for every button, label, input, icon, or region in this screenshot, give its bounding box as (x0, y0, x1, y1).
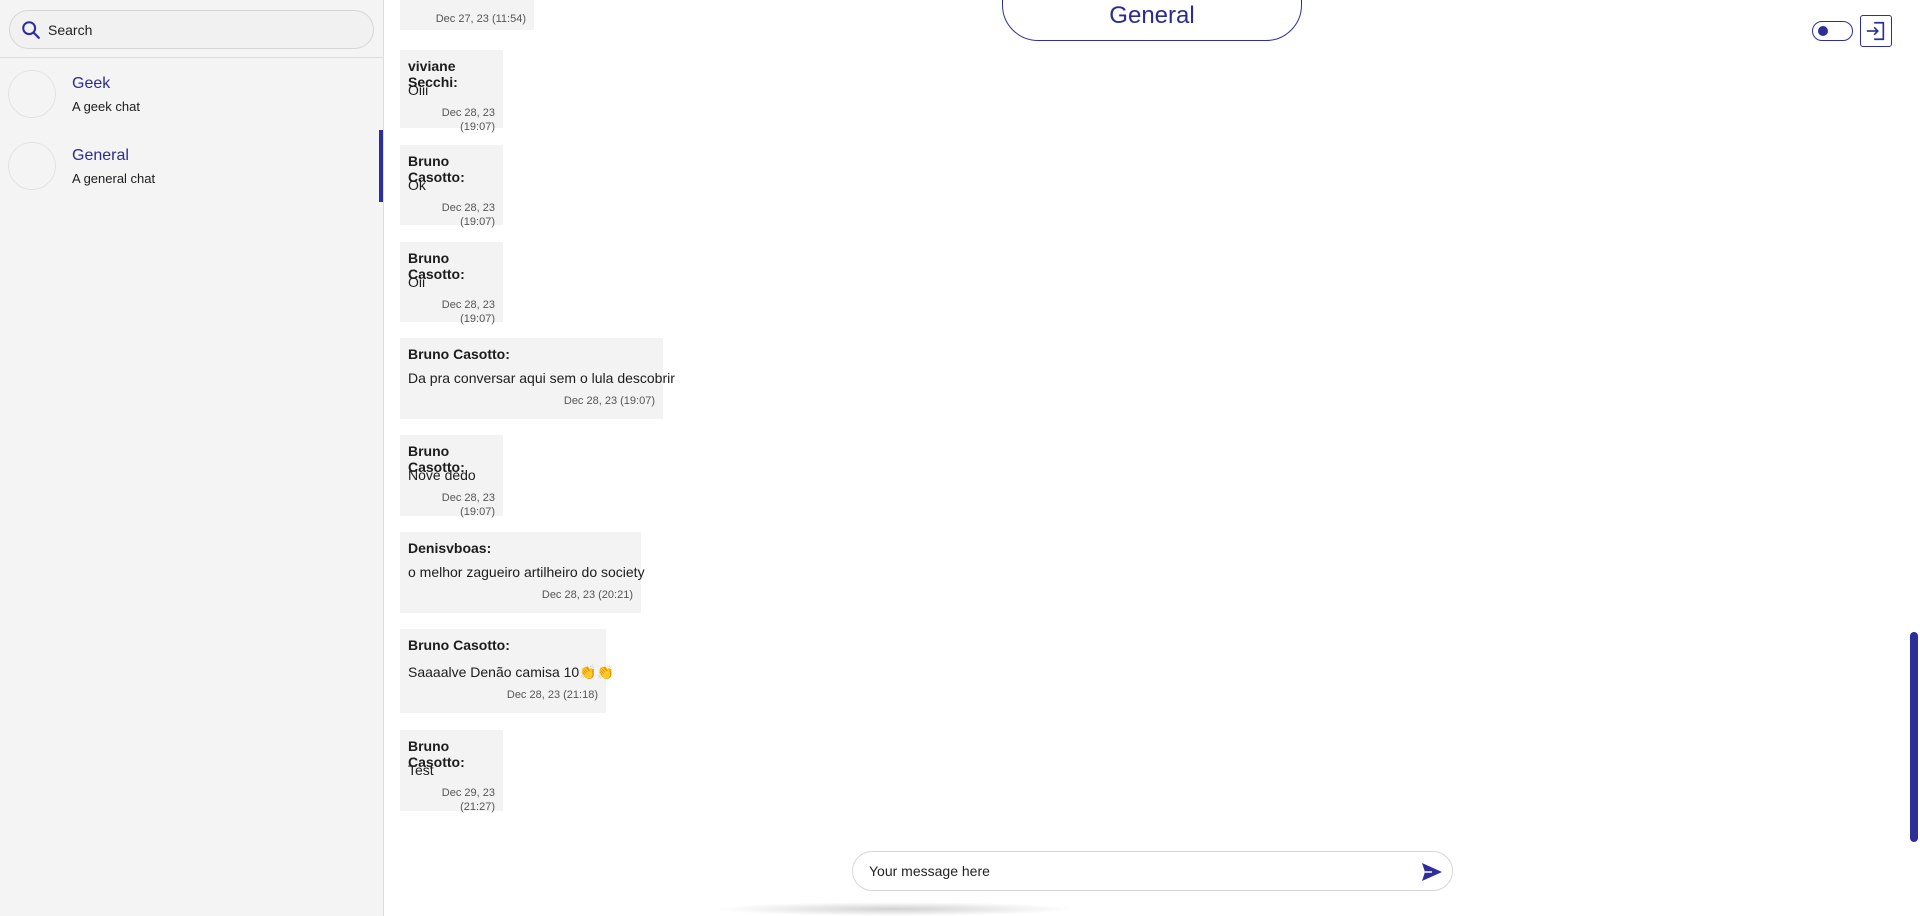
search-icon (22, 20, 40, 39)
message-bubble: Bruno Casotto: Test Dec 29, 23 (21:27) (400, 730, 503, 813)
chat-main: Dec 27, 23 (11:54) viviane Secchi: Oiii … (384, 0, 1920, 916)
theme-toggle[interactable] (1812, 21, 1853, 41)
message-time: Dec 28, 23 (19:07) (441, 202, 495, 228)
message-bubble: Bruno Casotto: Oii Dec 28, 23 (19:07) (400, 242, 503, 325)
sidebar: Geek A geek chat General A general chat (0, 0, 384, 916)
chat-description: A general chat (72, 170, 156, 186)
page-title: General (1109, 2, 1195, 29)
message-time: Dec 28, 23 (19:07) (441, 492, 495, 518)
message-text: o melhor zagueiro artilheiro do society (408, 564, 645, 580)
chat-item-general[interactable]: General A general chat (0, 130, 383, 202)
bottom-shadow (714, 902, 1074, 916)
message-time: Dec 29, 23 (21:27) (441, 787, 495, 813)
toggle-knob (1818, 26, 1828, 36)
message-time: Dec 28, 23 (19:07) (441, 107, 495, 133)
message-time: Dec 27, 23 (11:54) (435, 13, 526, 25)
chat-name: Geek (72, 74, 111, 92)
message-text: Saaaalve Denão camisa 10👏👏 (408, 664, 615, 680)
message-time: Dec 28, 23 (19:07) (563, 395, 655, 407)
message-bubble: Bruno Casotto: Nove dedo Dec 28, 23 (19:… (400, 435, 503, 518)
message-bubble: Dec 27, 23 (11:54) (400, 0, 534, 30)
message-sender: viviane Secchi: (408, 58, 458, 90)
chat-name: General (72, 146, 129, 164)
message-sender: Bruno Casotto: (408, 346, 510, 362)
message-time: Dec 28, 23 (20:21) (541, 589, 633, 601)
avatar (8, 70, 56, 118)
message-bubble: viviane Secchi: Oiii Dec 28, 23 (19:07) (400, 50, 503, 133)
message-bubble: Bruno Casotto: Da pra conversar aqui sem… (400, 338, 675, 419)
message-bubble: Bruno Casotto: Ok Dec 28, 23 (19:07) (400, 145, 503, 228)
avatar (8, 142, 56, 190)
message-bubble: Denisvboas: o melhor zagueiro artilheiro… (400, 532, 645, 613)
send-icon[interactable] (1420, 860, 1444, 884)
chat-description: A geek chat (72, 98, 140, 114)
message-text: Da pra conversar aqui sem o lula descobr… (408, 370, 675, 386)
message-sender: Bruno Casotto: (408, 637, 510, 653)
message-bubble: Bruno Casotto: Saaaalve Denão camisa 10👏… (400, 629, 615, 713)
search-bar (0, 0, 383, 58)
message-sender: Bruno Casotto: (408, 738, 465, 770)
logout-button[interactable] (1860, 15, 1892, 47)
search-box[interactable] (9, 10, 374, 49)
chat-app: Geek A geek chat General A general chat … (0, 0, 1920, 916)
message-input[interactable] (869, 863, 1409, 879)
message-text: Nove dedo (408, 467, 476, 483)
scrollbar[interactable] (1910, 632, 1918, 842)
chat-title-header: General (1002, 0, 1302, 41)
message-sender: Bruno Casotto: (408, 250, 465, 282)
search-input[interactable] (48, 21, 348, 38)
message-time: Dec 28, 23 (21:18) (506, 689, 598, 701)
message-composer (852, 851, 1453, 891)
message-sender: Bruno Casotto: (408, 443, 465, 475)
logout-icon (1866, 21, 1885, 41)
message-sender: Bruno Casotto: (408, 153, 465, 185)
message-time: Dec 28, 23 (19:07) (441, 299, 495, 325)
chat-item-geek[interactable]: Geek A geek chat (0, 58, 383, 130)
message-sender: Denisvboas: (408, 540, 492, 556)
